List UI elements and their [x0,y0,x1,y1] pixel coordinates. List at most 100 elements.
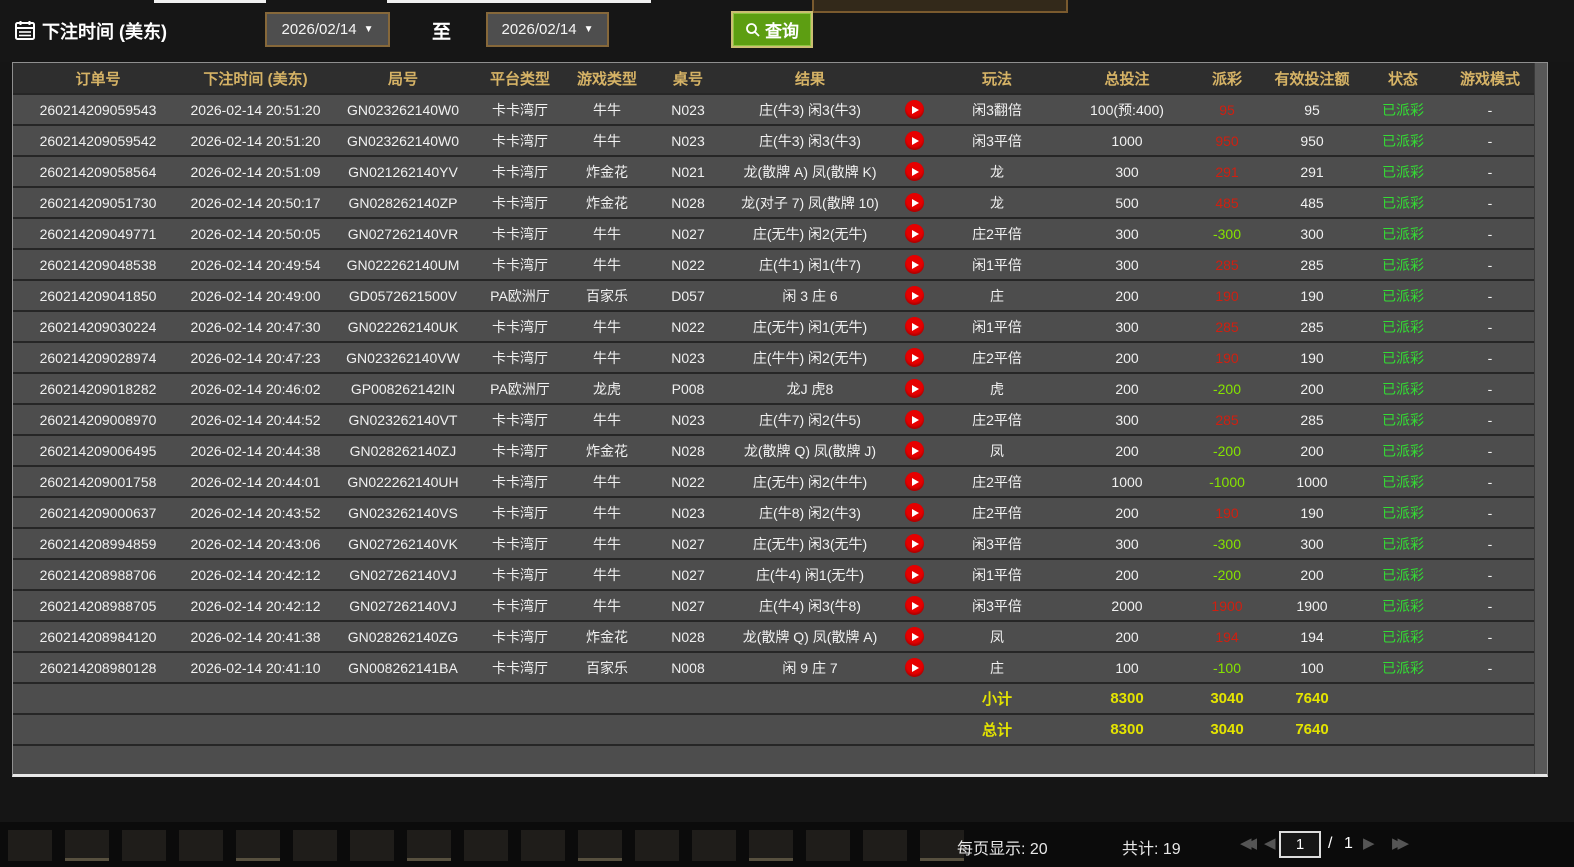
query-button[interactable]: 查询 [731,11,813,48]
top-cutoff-panel [812,0,1068,13]
valid-bet-cell: 950 [1262,133,1362,149]
order-cell: 260214209028974 [13,350,183,366]
footer-tab[interactable] [179,830,223,861]
page-number-input[interactable] [1279,831,1321,858]
first-page-icon[interactable]: ◀◀ [1240,834,1251,852]
footer-tab[interactable] [122,830,166,861]
bet-time-filter-label: 下注时间 (美东) [42,18,167,44]
platform-cell: 卡卡湾厅 [478,472,562,492]
time-cell: 2026-02-14 20:43:06 [183,536,328,552]
table-scrollbar[interactable] [1534,63,1547,774]
video-cell [896,441,932,460]
footer-tab[interactable] [863,830,907,861]
play-video-icon[interactable] [905,472,924,491]
status-badge: 已派彩 [1362,627,1444,647]
time-cell: 2026-02-14 20:46:02 [183,381,328,397]
result-cell: 庄(牛8) 闲2(牛3) [724,503,896,523]
payout-cell: 485 [1192,195,1262,211]
status-badge: 已派彩 [1362,193,1444,213]
game-cell: 百家乐 [562,286,652,306]
play-video-icon[interactable] [905,162,924,181]
footer-tab[interactable] [464,830,508,861]
col-header-total-bet: 总投注 [1062,68,1192,89]
footer-tab[interactable] [236,830,280,861]
play-type-cell: 庄2平倍 [932,224,1062,244]
play-video-icon[interactable] [905,193,924,212]
mode-cell: - [1444,133,1536,149]
valid-bet-cell: 291 [1262,164,1362,180]
status-badge: 已派彩 [1362,224,1444,244]
play-video-icon[interactable] [905,100,924,119]
footer-tab[interactable] [350,830,394,861]
play-video-icon[interactable] [905,224,924,243]
play-video-icon[interactable] [905,317,924,336]
play-video-icon[interactable] [905,441,924,460]
col-header-time: 下注时间 (美东) [183,68,328,89]
valid-bet-cell: 1900 [1262,598,1362,614]
play-video-icon[interactable] [905,596,924,615]
footer-tab[interactable] [521,830,565,861]
status-badge: 已派彩 [1362,100,1444,120]
filter-bar: 下注时间 (美东) 2026/02/14 ▼ 至 2026/02/14 ▼ 查询 [0,0,1574,62]
next-page-icon[interactable]: ▶ [1363,834,1375,852]
mode-cell: - [1444,319,1536,335]
total-bet-cell: 200 [1062,629,1192,645]
footer-tab[interactable] [749,830,793,861]
page-separator: / [1328,835,1332,853]
valid-bet-cell: 190 [1262,505,1362,521]
footer-tab[interactable] [293,830,337,861]
platform-cell: 卡卡湾厅 [478,162,562,182]
time-cell: 2026-02-14 20:50:17 [183,195,328,211]
platform-cell: 卡卡湾厅 [478,658,562,678]
footer-tab[interactable] [635,830,679,861]
game-cell: 龙虎 [562,379,652,399]
total-bet-cell: 300 [1062,226,1192,242]
footer-tab[interactable] [407,830,451,861]
date-to-select[interactable]: 2026/02/14 ▼ [486,12,609,47]
game-cell: 牛牛 [562,503,652,523]
valid-bet-cell: 190 [1262,350,1362,366]
play-video-icon[interactable] [905,286,924,305]
table-row: 260214208980128 2026-02-14 20:41:10 GN00… [13,653,1536,684]
round-cell: GP008262142IN [328,381,478,397]
total-bet-cell: 2000 [1062,598,1192,614]
payout-cell: 291 [1192,164,1262,180]
time-cell: 2026-02-14 20:49:00 [183,288,328,304]
play-video-icon[interactable] [905,348,924,367]
time-cell: 2026-02-14 20:51:09 [183,164,328,180]
payout-cell: -200 [1192,567,1262,583]
play-video-icon[interactable] [905,255,924,274]
last-page-icon[interactable]: ▶▶ [1392,834,1403,852]
date-from-select[interactable]: 2026/02/14 ▼ [265,12,390,47]
payout-cell: 194 [1192,629,1262,645]
order-cell: 260214208984120 [13,629,183,645]
footer-tab[interactable] [8,830,52,861]
prev-page-icon[interactable]: ◀ [1264,834,1276,852]
play-video-icon[interactable] [905,410,924,429]
result-cell: 龙(散牌 Q) 凤(散牌 J) [724,441,896,461]
play-video-icon[interactable] [905,534,924,553]
play-video-icon[interactable] [905,658,924,677]
footer-tab[interactable] [65,830,109,861]
time-cell: 2026-02-14 20:47:30 [183,319,328,335]
footer-tab[interactable] [692,830,736,861]
valid-bet-cell: 285 [1262,412,1362,428]
table-row: 260214209041850 2026-02-14 20:49:00 GD05… [13,281,1536,312]
play-video-icon[interactable] [905,565,924,584]
round-cell: GN028262140ZP [328,195,478,211]
play-video-icon[interactable] [905,503,924,522]
play-video-icon[interactable] [905,627,924,646]
bet-records-table: 订单号 下注时间 (美东) 局号 平台类型 游戏类型 桌号 结果 玩法 总投注 … [12,62,1548,777]
video-cell [896,224,932,243]
col-header-round: 局号 [328,68,478,89]
play-video-icon[interactable] [905,131,924,150]
round-cell: GN028262140ZG [328,629,478,645]
footer-tab[interactable] [806,830,850,861]
total-bet-cell: 200 [1062,350,1192,366]
table-row: 260214209018282 2026-02-14 20:46:02 GP00… [13,374,1536,405]
footer-tab[interactable] [578,830,622,861]
totals-payout: 3040 [1192,721,1262,738]
total-bet-cell: 200 [1062,567,1192,583]
payout-cell: -100 [1192,660,1262,676]
play-video-icon[interactable] [905,379,924,398]
